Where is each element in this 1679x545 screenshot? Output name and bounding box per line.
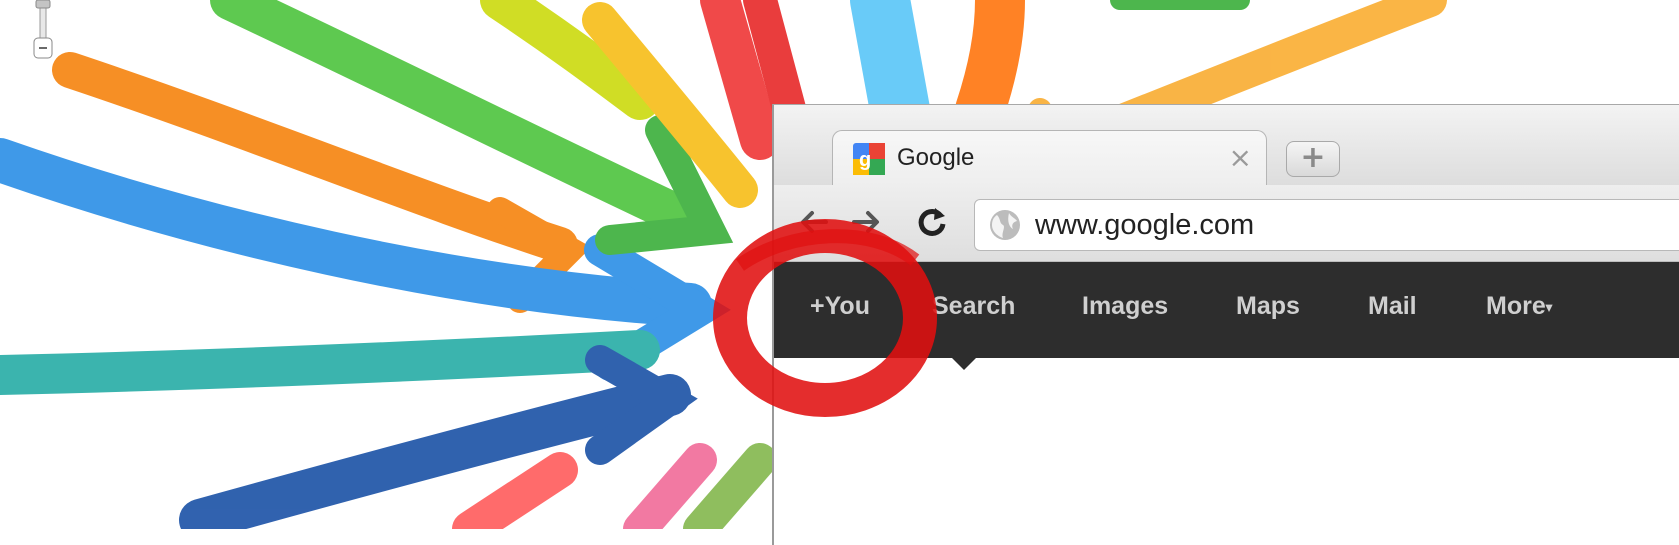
- nav-item-maps[interactable]: Maps: [1236, 292, 1300, 321]
- new-tab-button[interactable]: +: [1286, 141, 1340, 177]
- nav-item-search[interactable]: Search: [932, 292, 1015, 321]
- plus-icon: +: [1300, 140, 1326, 175]
- browser-window: g Google × + www.google.com +You Search …: [772, 104, 1679, 545]
- chevron-down-icon: ▾: [1545, 299, 1553, 315]
- tab-strip: g Google × +: [774, 105, 1679, 187]
- zoom-slider[interactable]: [30, 0, 56, 62]
- tab-google[interactable]: g Google ×: [832, 130, 1267, 187]
- nav-item-images[interactable]: Images: [1082, 292, 1168, 321]
- globe-icon: [990, 210, 1020, 240]
- browser-toolbar: www.google.com: [774, 185, 1679, 262]
- address-bar[interactable]: www.google.com: [974, 199, 1679, 251]
- google-favicon-icon: g: [853, 143, 885, 175]
- back-arrow-icon[interactable]: [796, 204, 832, 240]
- nav-item-more[interactable]: More▾: [1486, 292, 1552, 321]
- url-text[interactable]: www.google.com: [1035, 209, 1254, 242]
- tab-title: Google: [897, 144, 975, 171]
- reload-icon[interactable]: [914, 204, 950, 240]
- forward-arrow-icon[interactable]: [848, 204, 884, 240]
- svg-text:g: g: [859, 149, 871, 171]
- close-icon[interactable]: ×: [1229, 141, 1252, 174]
- nav-item-you[interactable]: +You: [810, 292, 870, 321]
- nav-item-more-label: More: [1486, 292, 1546, 320]
- selected-tab-pointer: [952, 358, 976, 370]
- google-nav-bar: +You Search Images Maps Mail More▾: [774, 262, 1679, 370]
- nav-item-mail[interactable]: Mail: [1368, 292, 1417, 321]
